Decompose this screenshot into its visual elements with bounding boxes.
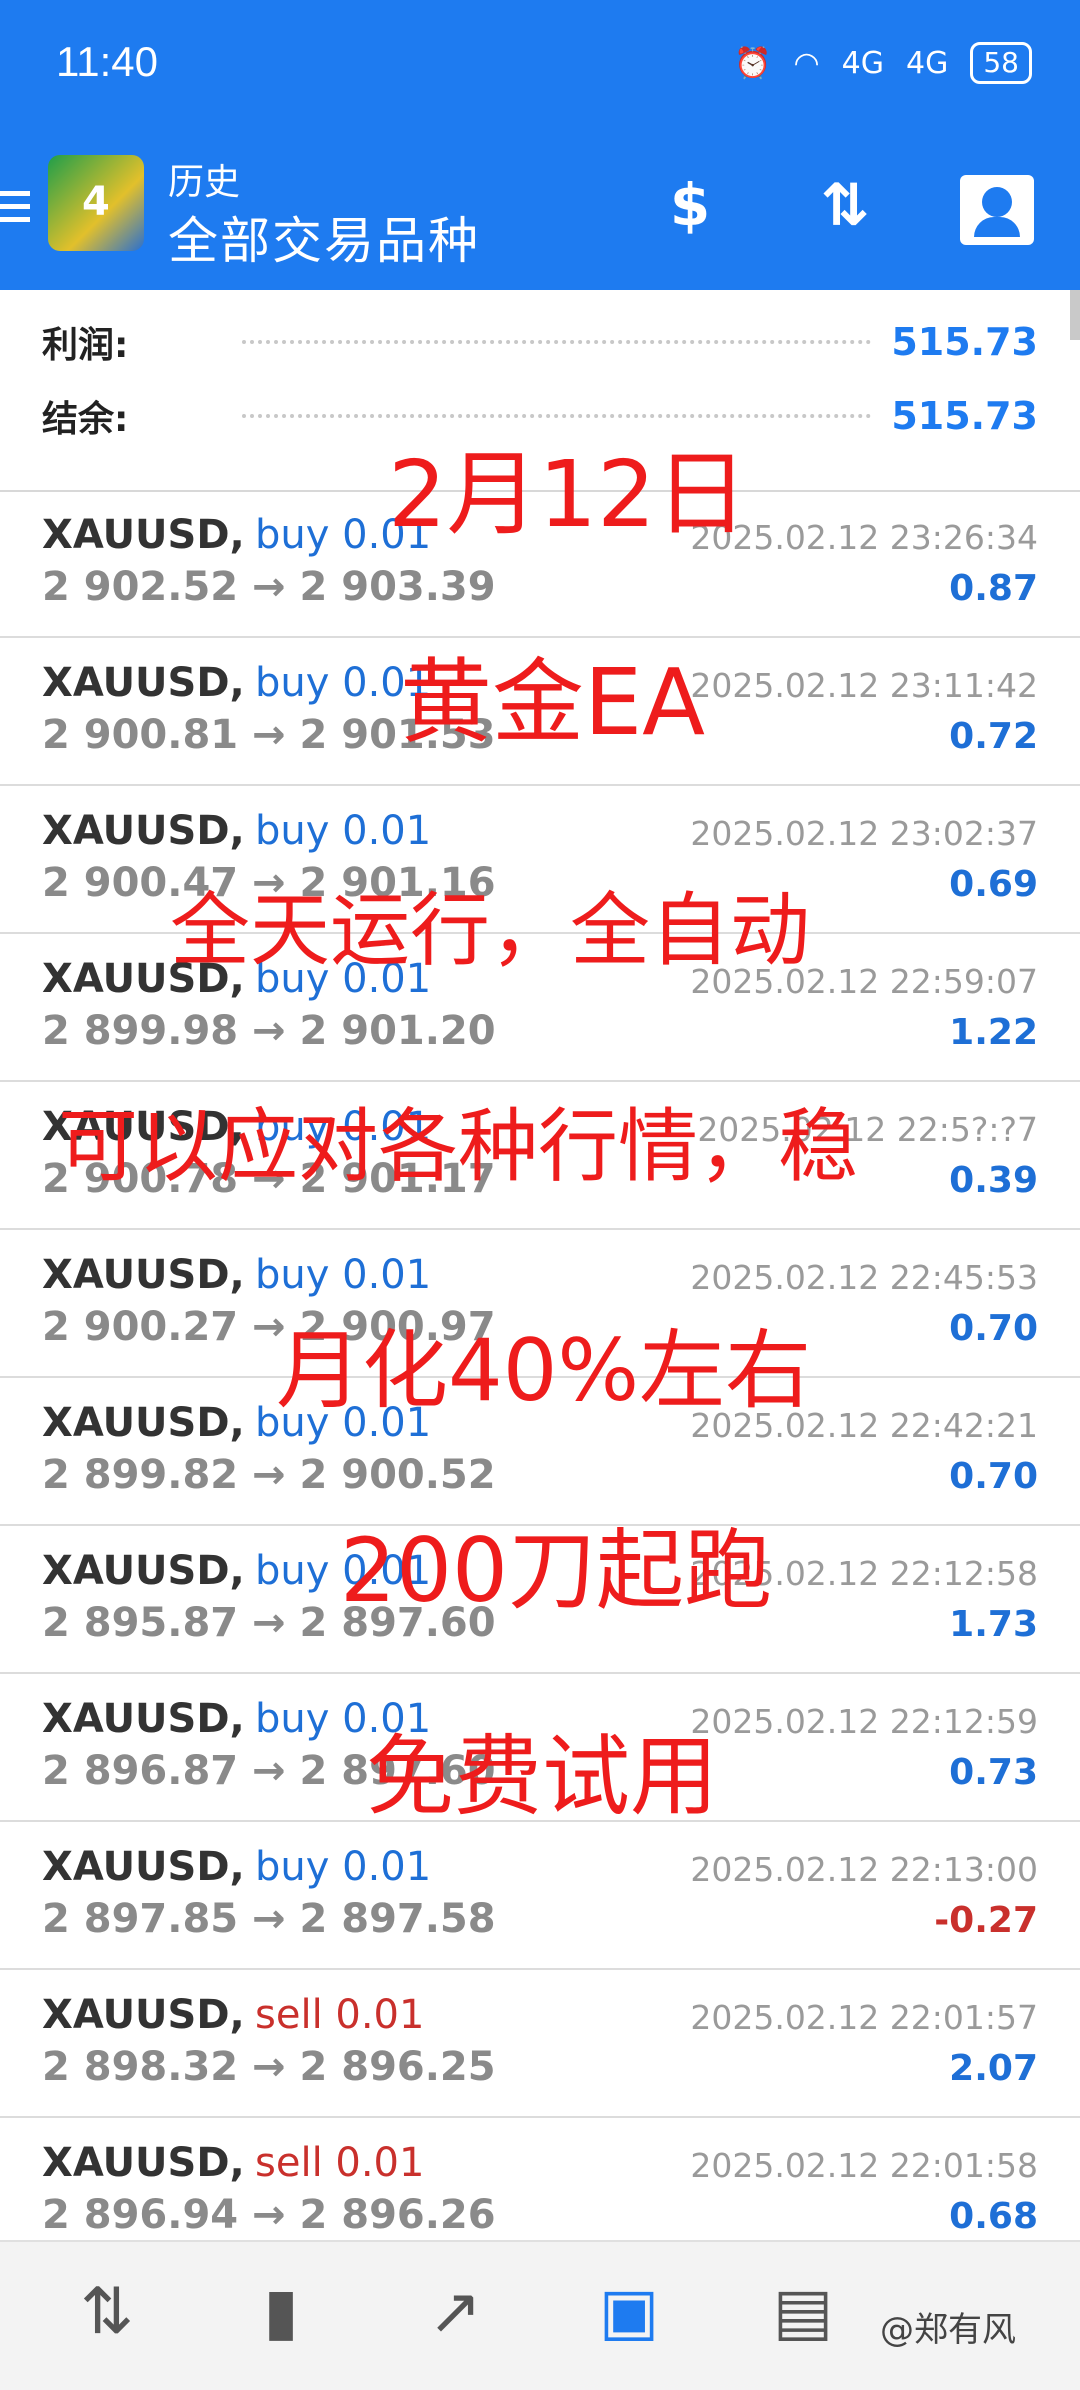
trade-symbol: XAUUSD,	[42, 1400, 245, 1446]
overlay-text: 200刀起跑	[340, 1519, 772, 1622]
app-bar: 历史 全部交易品种 $ ⇅	[0, 135, 1080, 290]
trade-row[interactable]: XAUUSD, sell 0.01 2 898.32 → 2 896.25 2025.…	[0, 1970, 1080, 2118]
balance-value: 515.73	[891, 394, 1038, 438]
trade-symbol: XAUUSD,	[42, 1844, 245, 1890]
trade-prices: 2 899.82 → 2 900.52	[42, 1452, 496, 1498]
chart-candles-icon[interactable]: ▮	[236, 2272, 326, 2352]
quotes-icon[interactable]: ⇅	[62, 2272, 152, 2352]
overlay-text: 2月12日	[388, 441, 748, 548]
overlay-text: 可以应对各种行情，稳	[58, 1100, 858, 1193]
menu-icon[interactable]	[0, 183, 30, 231]
signal-icon-2: 4G	[906, 45, 949, 81]
trade-time: 2025.02.12 22:01:58	[690, 2146, 1038, 2185]
battery-icon: 58	[970, 42, 1032, 84]
trade-side: buy 0.01	[255, 1252, 432, 1298]
app-logo	[48, 155, 144, 251]
trade-profit: 1.22	[949, 1012, 1038, 1053]
trade-profit: 2.07	[949, 2048, 1038, 2089]
sort-icon[interactable]: ⇅	[805, 165, 885, 245]
trade-profit: 0.70	[949, 1308, 1038, 1349]
alarm-icon: ⏰	[734, 45, 772, 81]
trade-profit: 0.73	[949, 1752, 1038, 1793]
history-icon[interactable]: ▣	[584, 2272, 674, 2352]
profit-value: 515.73	[891, 320, 1038, 364]
trade-prices: 2 899.98 → 2 901.20	[42, 1008, 496, 1054]
profit-label: 利润:	[42, 325, 129, 366]
trend-icon[interactable]: ↗	[410, 2272, 500, 2352]
trade-profit: 0.72	[949, 716, 1038, 757]
trade-symbol: XAUUSD,	[42, 1548, 245, 1594]
trade-symbol: XAUUSD,	[42, 2140, 245, 2186]
trade-time: 2025.02.12 22:12:59	[690, 1702, 1038, 1741]
clock: 11:40	[56, 38, 158, 85]
divider	[242, 414, 872, 418]
page-title[interactable]: 全部交易品种	[168, 201, 480, 273]
bottom-nav: ⇅ ▮ ↗ ▣ ▤ @郑有风	[0, 2240, 1080, 2390]
watermark: @郑有风	[880, 2310, 1016, 2350]
trade-profit: 0.39	[949, 1160, 1038, 1201]
trade-symbol: XAUUSD,	[42, 512, 245, 558]
divider	[242, 340, 872, 344]
trade-row[interactable]: XAUUSD, buy 0.01 2 897.85 → 2 897.58 2025.0…	[0, 1822, 1080, 1970]
trade-prices: 2 902.52 → 2 903.39	[42, 564, 496, 610]
signal-icon-1: 4G	[841, 45, 885, 81]
trade-prices: 2 896.94 → 2 896.26	[42, 2192, 496, 2238]
trade-profit: -0.27	[934, 1900, 1038, 1941]
trade-side: buy 0.01	[255, 1844, 432, 1890]
trade-profit: 1.73	[949, 1604, 1038, 1645]
account-icon[interactable]	[960, 175, 1034, 245]
trade-side: sell 0.01	[255, 2140, 425, 2186]
trade-profit: 0.69	[949, 864, 1038, 905]
trade-profit: 0.70	[949, 1456, 1038, 1497]
overlay-text: 免费试用	[366, 1725, 719, 1828]
trade-profit: 0.68	[949, 2196, 1038, 2237]
trade-time: 2025.02.12 23:02:37	[690, 814, 1038, 853]
trade-symbol: XAUUSD,	[42, 1696, 245, 1742]
status-bar: 11:40 ⏰ ◠ 4G 4G 58	[0, 0, 1080, 135]
trade-side: sell 0.01	[255, 1992, 425, 2038]
trade-side: buy 0.01	[255, 808, 432, 854]
currency-icon[interactable]: $	[650, 165, 730, 245]
status-icons: ⏰ ◠ 4G 4G 58	[734, 42, 1032, 84]
trade-time: 2025.02.12 23:11:42	[690, 666, 1038, 705]
trade-time: 2025.02.12 22:01:57	[690, 1998, 1038, 2037]
page-subtitle: 历史	[168, 162, 241, 203]
trade-symbol: XAUUSD,	[42, 1992, 245, 2038]
trade-prices: 2 898.32 → 2 896.25	[42, 2044, 496, 2090]
news-icon[interactable]: ▤	[758, 2272, 848, 2352]
balance-label: 结余:	[42, 399, 129, 440]
overlay-text: 月化40%左右	[276, 1321, 812, 1421]
trade-symbol: XAUUSD,	[42, 660, 245, 706]
trade-time: 2025.02.12 22:45:53	[690, 1258, 1038, 1297]
wifi-icon: ◠	[793, 45, 820, 81]
overlay-text: 全天运行，全自动	[170, 884, 810, 977]
scrollbar[interactable]	[1070, 290, 1080, 340]
trade-time: 2025.02.12 22:13:00	[690, 1850, 1038, 1889]
overlay-text: 黄金EA	[400, 649, 706, 756]
trade-profit: 0.87	[949, 568, 1038, 609]
trade-prices: 2 897.85 → 2 897.58	[42, 1896, 496, 1942]
trade-symbol: XAUUSD,	[42, 808, 245, 854]
profit-row: 利润: 515.73	[42, 312, 1038, 372]
trade-symbol: XAUUSD,	[42, 1252, 245, 1298]
